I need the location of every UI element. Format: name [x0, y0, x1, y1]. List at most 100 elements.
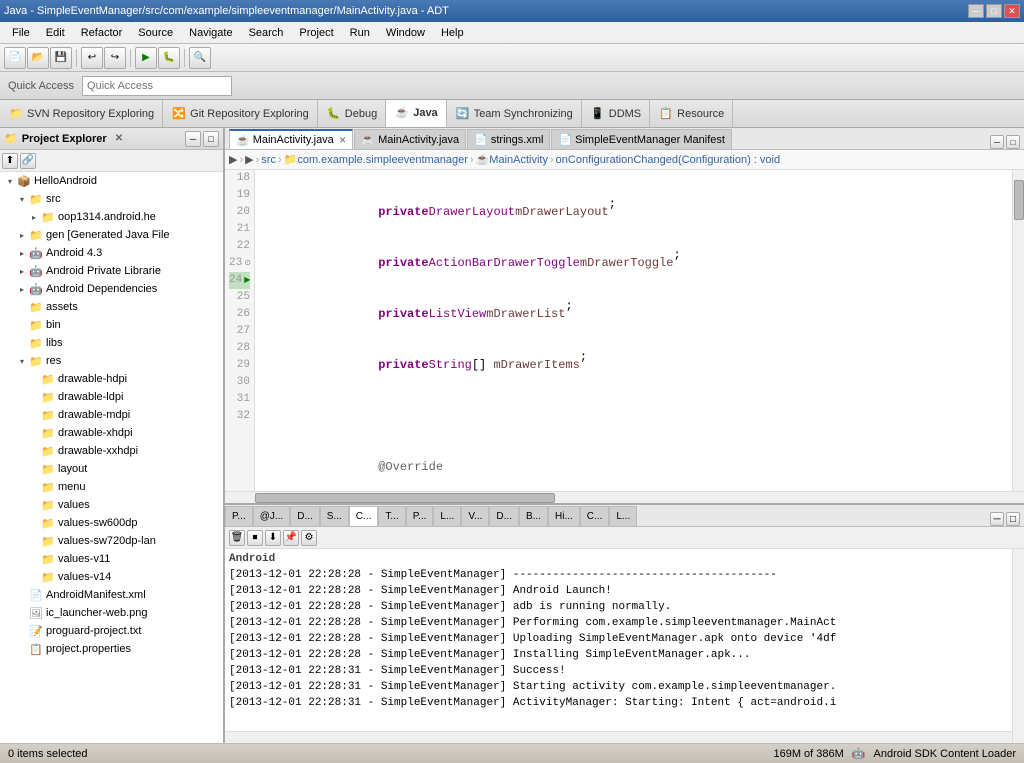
perspective-debug[interactable]: 🐛 Debug — [318, 100, 386, 128]
tree-item-android43[interactable]: 🤖 Android 4.3 — [0, 244, 223, 262]
menu-help[interactable]: Help — [433, 25, 472, 41]
bottom-min-btn[interactable]: ─ — [990, 512, 1004, 526]
breadcrumb-pkg[interactable]: com.example.simpleeventmanager — [297, 154, 468, 166]
tree-item-values[interactable]: 📁 values — [0, 496, 223, 514]
code-content[interactable]: private DrawerLayout mDrawerLayout; priv… — [255, 170, 1012, 491]
quick-access-input[interactable] — [82, 76, 232, 96]
tab-manifest[interactable]: 📄 SimpleEventManager Manifest — [551, 129, 732, 149]
tree-item-androiddeps[interactable]: 🤖 Android Dependencies — [0, 280, 223, 298]
bottom-tab-linksview[interactable]: L... — [433, 506, 461, 526]
bottom-tab-breakpoints[interactable]: B... — [519, 506, 548, 526]
tree-item-projprops[interactable]: 📋 project.properties — [0, 640, 223, 658]
console-settings-btn[interactable]: ⚙ — [301, 530, 317, 546]
tree-item-values-v14[interactable]: 📁 values-v14 — [0, 568, 223, 586]
tree-item-gen[interactable]: 📁 gen [Generated Java File — [0, 226, 223, 244]
maximize-button[interactable]: □ — [986, 4, 1002, 18]
menu-refactor[interactable]: Refactor — [73, 25, 131, 41]
menu-run[interactable]: Run — [342, 25, 378, 41]
editor-scrollbar-horizontal[interactable] — [225, 491, 1024, 503]
editor-min-btn[interactable]: ─ — [990, 135, 1004, 149]
perspective-team[interactable]: 🔄 Team Synchronizing — [447, 100, 582, 128]
tree-item-ic-launcher[interactable]: 🖼 ic_launcher-web.png — [0, 604, 223, 622]
tab-close-mainactivity1[interactable]: ✕ — [339, 135, 347, 146]
editor-scrollbar-h-thumb[interactable] — [255, 493, 555, 503]
perspective-ddms[interactable]: 📱 DDMS — [582, 100, 650, 128]
console-scrollbar-h[interactable] — [225, 731, 1012, 743]
undo-btn[interactable]: ↩ — [81, 47, 103, 69]
bottom-tab-history[interactable]: Hi... — [548, 506, 580, 526]
editor-max-btn[interactable]: □ — [1006, 135, 1020, 149]
tree-item-assets[interactable]: 📁 assets — [0, 298, 223, 316]
console-pin-btn[interactable]: 📌 — [283, 530, 299, 546]
tree-item-drawable-xhdpi[interactable]: 📁 drawable-xhdpi — [0, 424, 223, 442]
perspective-java[interactable]: ☕ Java — [386, 100, 446, 128]
explorer-minimize-btn[interactable]: ─ — [185, 131, 201, 147]
bottom-tab-debug2[interactable]: D... — [489, 506, 519, 526]
perspective-resource[interactable]: 📋 Resource — [650, 100, 733, 128]
menu-window[interactable]: Window — [378, 25, 433, 41]
redo-btn[interactable]: ↪ — [104, 47, 126, 69]
menu-project[interactable]: Project — [291, 25, 341, 41]
perspective-svn[interactable]: 📁 SVN Repository Exploring — [0, 100, 163, 128]
bottom-max-btn[interactable]: □ — [1006, 512, 1020, 526]
tree-item-androidmanifest[interactable]: 📄 AndroidManifest.xml — [0, 586, 223, 604]
tab-mainactivity2[interactable]: ☕ MainActivity.java — [354, 129, 466, 149]
bottom-tab-launch[interactable]: L... — [609, 506, 637, 526]
bottom-tab-search[interactable]: S... — [320, 506, 349, 526]
tree-item-layout[interactable]: 📁 layout — [0, 460, 223, 478]
tree-item-hello[interactable]: 📦 HelloAndroid — [0, 172, 223, 190]
breadcrumb-class[interactable]: MainActivity — [489, 154, 548, 166]
tree-item-values-sw600dp[interactable]: 📁 values-sw600dp — [0, 514, 223, 532]
tree-item-bin[interactable]: 📁 bin — [0, 316, 223, 334]
bottom-tab-problems[interactable]: P... — [225, 506, 253, 526]
debug-btn[interactable]: 🐛 — [158, 47, 180, 69]
menu-source[interactable]: Source — [130, 25, 181, 41]
tree-item-drawable-xxhdpi[interactable]: 📁 drawable-xxhdpi — [0, 442, 223, 460]
tree-item-libs[interactable]: 📁 libs — [0, 334, 223, 352]
menu-edit[interactable]: Edit — [38, 25, 73, 41]
close-button[interactable]: ✕ — [1004, 4, 1020, 18]
explorer-collapse-btn[interactable]: ⬆ — [2, 153, 18, 169]
explorer-maximize-btn[interactable]: □ — [203, 131, 219, 147]
breadcrumb-method[interactable]: onConfigurationChanged(Configuration) : … — [556, 154, 780, 166]
run-btn[interactable]: ▶ — [135, 47, 157, 69]
tree-item-drawable-mdpi[interactable]: 📁 drawable-mdpi — [0, 406, 223, 424]
tree-item-src[interactable]: 📁 src — [0, 190, 223, 208]
explorer-link-btn[interactable]: 🔗 — [20, 153, 36, 169]
bottom-tab-variables[interactable]: V... — [461, 506, 489, 526]
breadcrumb-src[interactable]: src — [261, 154, 276, 166]
console-clear-btn[interactable]: 🗑 — [229, 530, 245, 546]
console-scrollbar-v[interactable] — [1012, 549, 1024, 743]
menu-search[interactable]: Search — [241, 25, 292, 41]
perspective-git[interactable]: 🔀 Git Repository Exploring — [163, 100, 318, 128]
minimize-button[interactable]: ─ — [968, 4, 984, 18]
console-area[interactable]: Android [2013-12-01 22:28:28 - SimpleEve… — [225, 549, 1012, 731]
tree-item-drawable-ldpi[interactable]: 📁 drawable-ldpi — [0, 388, 223, 406]
open-button[interactable]: 📂 — [27, 47, 49, 69]
tree-item-drawable-hdpi[interactable]: 📁 drawable-hdpi — [0, 370, 223, 388]
tree-item-proguard[interactable]: 📝 proguard-project.txt — [0, 622, 223, 640]
tree-item-values-sw720dp[interactable]: 📁 values-sw720dp-lan — [0, 532, 223, 550]
menu-navigate[interactable]: Navigate — [181, 25, 240, 41]
menu-file[interactable]: File — [4, 25, 38, 41]
bottom-tab-declaration[interactable]: D... — [290, 506, 320, 526]
save-button[interactable]: 💾 — [50, 47, 72, 69]
bottom-tab-progress[interactable]: P... — [406, 506, 434, 526]
tab-strings[interactable]: 📄 strings.xml — [467, 129, 550, 149]
bottom-tab-javadoc[interactable]: @J... — [253, 506, 291, 526]
editor-scrollbar-vertical[interactable] — [1012, 170, 1024, 491]
editor-scrollbar-thumb[interactable] — [1014, 180, 1024, 220]
search-btn[interactable]: 🔍 — [189, 47, 211, 69]
tree-item-androidprivate[interactable]: 🤖 Android Private Librarie — [0, 262, 223, 280]
tree-item-pkg[interactable]: 📁 oop1314.android.he — [0, 208, 223, 226]
tree-item-menu[interactable]: 📁 menu — [0, 478, 223, 496]
tree-item-values-v11[interactable]: 📁 values-v11 — [0, 550, 223, 568]
bottom-tab-coverage[interactable]: C... — [580, 506, 610, 526]
console-scroll-btn[interactable]: ⬇ — [265, 530, 281, 546]
bottom-tab-console[interactable]: C... — [349, 506, 379, 526]
console-terminate-btn[interactable]: ⏹ — [247, 530, 263, 546]
tree-item-res[interactable]: 📁 res — [0, 352, 223, 370]
bottom-tab-tasks[interactable]: T... — [378, 506, 405, 526]
tab-mainactivity1[interactable]: ☕ MainActivity.java ✕ — [229, 129, 353, 149]
new-button[interactable]: 📄 — [4, 47, 26, 69]
